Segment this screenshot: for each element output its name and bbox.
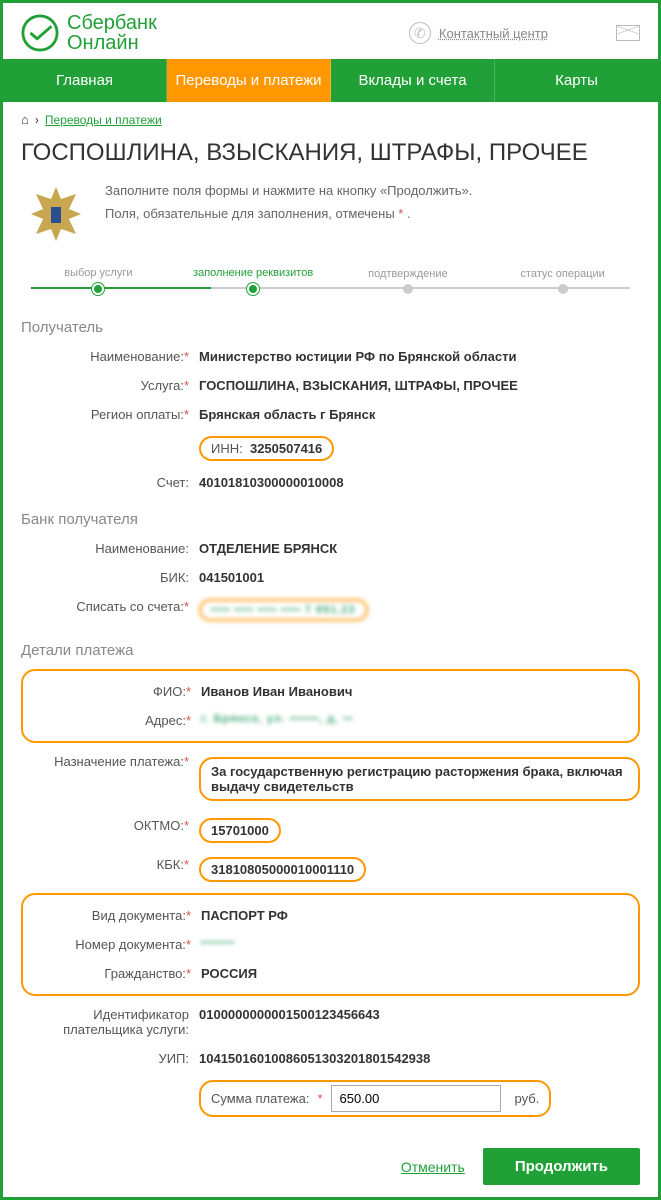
brand-line-2: Онлайн [67,33,157,53]
contact-center-link[interactable]: Контактный центр [439,26,548,41]
sum-highlight: Сумма платежа:* руб. [199,1080,551,1117]
logo[interactable]: Сбербанк Онлайн [21,13,157,53]
kbk-highlight: 31810805000010001110 [199,857,366,882]
step-2: заполнение реквизитов [176,267,331,295]
main-nav: Главная Переводы и платежи Вклады и счет… [3,59,658,102]
nav-cards[interactable]: Карты [495,59,658,102]
breadcrumb-transfers[interactable]: Переводы и платежи [45,113,162,127]
section-recipient: Получатель [21,305,640,342]
payer-id-value: 0100000000001500123456643 [199,1007,640,1022]
page-title: ГОСПОШЛИНА, ВЗЫСКАНИЯ, ШТРАФЫ, ПРОЧЕЕ [3,133,658,179]
account-value: 40101810300000010008 [199,475,640,490]
nav-transfers[interactable]: Переводы и платежи [167,59,331,102]
fio-addr-highlight: ФИО:*Иванов Иван Иванович Адрес:*г. Брян… [21,669,640,743]
service-value: ГОСПОШЛИНА, ВЗЫСКАНИЯ, ШТРАФЫ, ПРОЧЕЕ [199,378,640,393]
nav-main[interactable]: Главная [3,59,167,102]
inn-highlight: ИНН: 3250507416 [199,436,334,461]
nav-deposits[interactable]: Вклады и счета [331,59,495,102]
step-1: выбор услуги [21,267,176,295]
step-3: подтверждение [331,268,486,294]
fio-value: Иванов Иван Иванович [201,684,638,699]
continue-button[interactable]: Продолжить [483,1148,640,1185]
stepper: выбор услуги заполнение реквизитов подтв… [3,259,658,305]
uip-value: 10415016010086051303201801542938 [199,1051,640,1066]
purpose-highlight: За государственную регистрацию расторжен… [199,757,640,801]
doc-number-value: ••••••• [201,937,638,949]
sberbank-logo-icon [21,14,59,52]
home-icon[interactable]: ⌂ [21,112,29,127]
bank-name: ОТДЕЛЕНИЕ БРЯНСК [199,541,640,556]
region-value: Брянская область г Брянск [199,407,640,422]
page-header: Сбербанк Онлайн ✆ Контактный центр [3,3,658,59]
sum-input[interactable] [331,1085,501,1112]
mail-icon[interactable] [616,25,640,41]
address-value: г. Брянск, ул. ••••••, д. •• [201,713,638,725]
cancel-link[interactable]: Отменить [401,1159,465,1175]
oktmo-highlight: 15701000 [199,818,281,843]
section-bank: Банк получателя [21,497,640,534]
intro-line-1: Заполните поля формы и нажмите на кнопку… [105,179,472,202]
doc-type-value: ПАСПОРТ РФ [201,908,638,923]
citizenship-value: РОССИЯ [201,966,638,981]
breadcrumb: ⌂ › Переводы и платежи [3,102,658,133]
recipient-name: Министерство юстиции РФ по Брянской обла… [199,349,640,364]
brand-line-1: Сбербанк [67,13,157,33]
section-details: Детали платежа [21,628,640,665]
bik-value: 041501001 [199,570,640,585]
document-block-highlight: Вид документа:*ПАСПОРТ РФ Номер документ… [21,893,640,996]
step-4: статус операции [485,268,640,294]
phone-icon[interactable]: ✆ [409,22,431,44]
from-account-select[interactable]: •••• •••• •••• •••• 7 891.23 [199,599,368,621]
emblem-icon [21,179,91,249]
